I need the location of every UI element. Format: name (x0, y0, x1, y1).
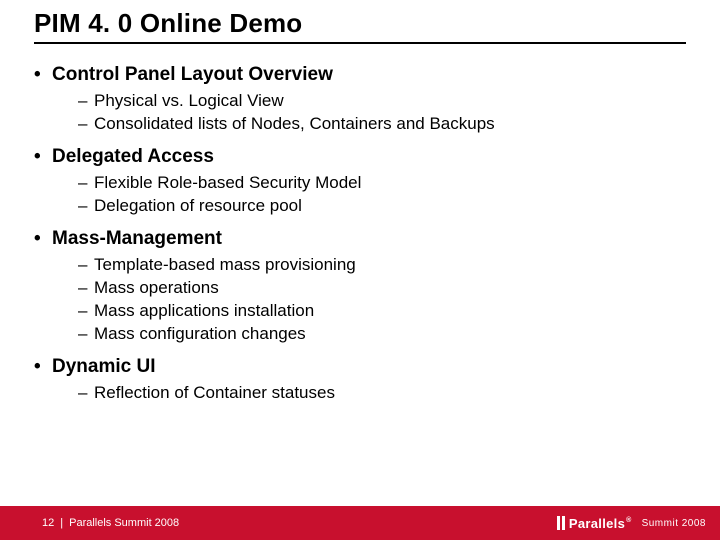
parallels-logo: Parallels® (557, 516, 632, 531)
page-number: 12 (42, 517, 54, 529)
dash-icon: – (78, 323, 94, 346)
footer-bar: 12 | Parallels Summit 2008 Parallels® Su… (0, 506, 720, 540)
dash-icon: – (78, 90, 94, 113)
list-item: –Delegation of resource pool (78, 195, 686, 218)
brand-text: Parallels® (569, 516, 632, 531)
dash-icon: – (78, 277, 94, 300)
dash-icon: – (78, 113, 94, 136)
dash-icon: – (78, 382, 94, 405)
slide-content: •Control Panel Layout Overview –Physical… (34, 54, 686, 404)
separator-icon: | (60, 517, 63, 529)
list-item: –Reflection of Container statuses (78, 382, 686, 405)
slide-title: PIM 4. 0 Online Demo (34, 8, 302, 39)
heading-text: Dynamic UI (52, 356, 155, 377)
heading-text: Mass-Management (52, 228, 222, 249)
item-text: Consolidated lists of Nodes, Containers … (94, 114, 495, 133)
event-name: Parallels Summit 2008 (69, 517, 179, 529)
section-heading: •Control Panel Layout Overview (34, 64, 686, 86)
list-item: –Template-based mass provisioning (78, 254, 686, 277)
footer-left: 12 | Parallels Summit 2008 (0, 506, 179, 540)
list-item: –Flexible Role-based Security Model (78, 172, 686, 195)
dash-icon: – (78, 254, 94, 277)
heading-text: Control Panel Layout Overview (52, 64, 333, 85)
footer-right: Parallels® Summit 2008 (557, 516, 706, 531)
title-underline (34, 42, 686, 44)
list-item: –Consolidated lists of Nodes, Containers… (78, 113, 686, 136)
slide: PIM 4. 0 Online Demo •Control Panel Layo… (0, 0, 720, 540)
item-text: Template-based mass provisioning (94, 255, 356, 274)
dash-icon: – (78, 195, 94, 218)
dash-icon: – (78, 172, 94, 195)
parallels-bars-icon (557, 516, 565, 530)
summit-text: Summit 2008 (642, 518, 706, 529)
bullet-icon: • (34, 356, 52, 378)
item-text: Mass applications installation (94, 301, 314, 320)
item-text: Mass configuration changes (94, 324, 306, 343)
footer-text: 12 | Parallels Summit 2008 (42, 517, 179, 529)
list-item: –Mass configuration changes (78, 323, 686, 346)
list-item: –Physical vs. Logical View (78, 90, 686, 113)
section-heading: •Delegated Access (34, 146, 686, 168)
bullet-icon: • (34, 228, 52, 250)
item-text: Delegation of resource pool (94, 196, 302, 215)
item-text: Flexible Role-based Security Model (94, 173, 361, 192)
section-heading: •Mass-Management (34, 228, 686, 250)
bullet-icon: • (34, 146, 52, 168)
heading-text: Delegated Access (52, 146, 214, 167)
item-text: Physical vs. Logical View (94, 91, 284, 110)
bullet-icon: • (34, 64, 52, 86)
item-text: Reflection of Container statuses (94, 383, 335, 402)
section-heading: •Dynamic UI (34, 356, 686, 378)
list-item: –Mass operations (78, 277, 686, 300)
footer-accent (0, 506, 34, 540)
dash-icon: – (78, 300, 94, 323)
list-item: –Mass applications installation (78, 300, 686, 323)
item-text: Mass operations (94, 278, 219, 297)
trademark-icon: ® (626, 517, 631, 524)
